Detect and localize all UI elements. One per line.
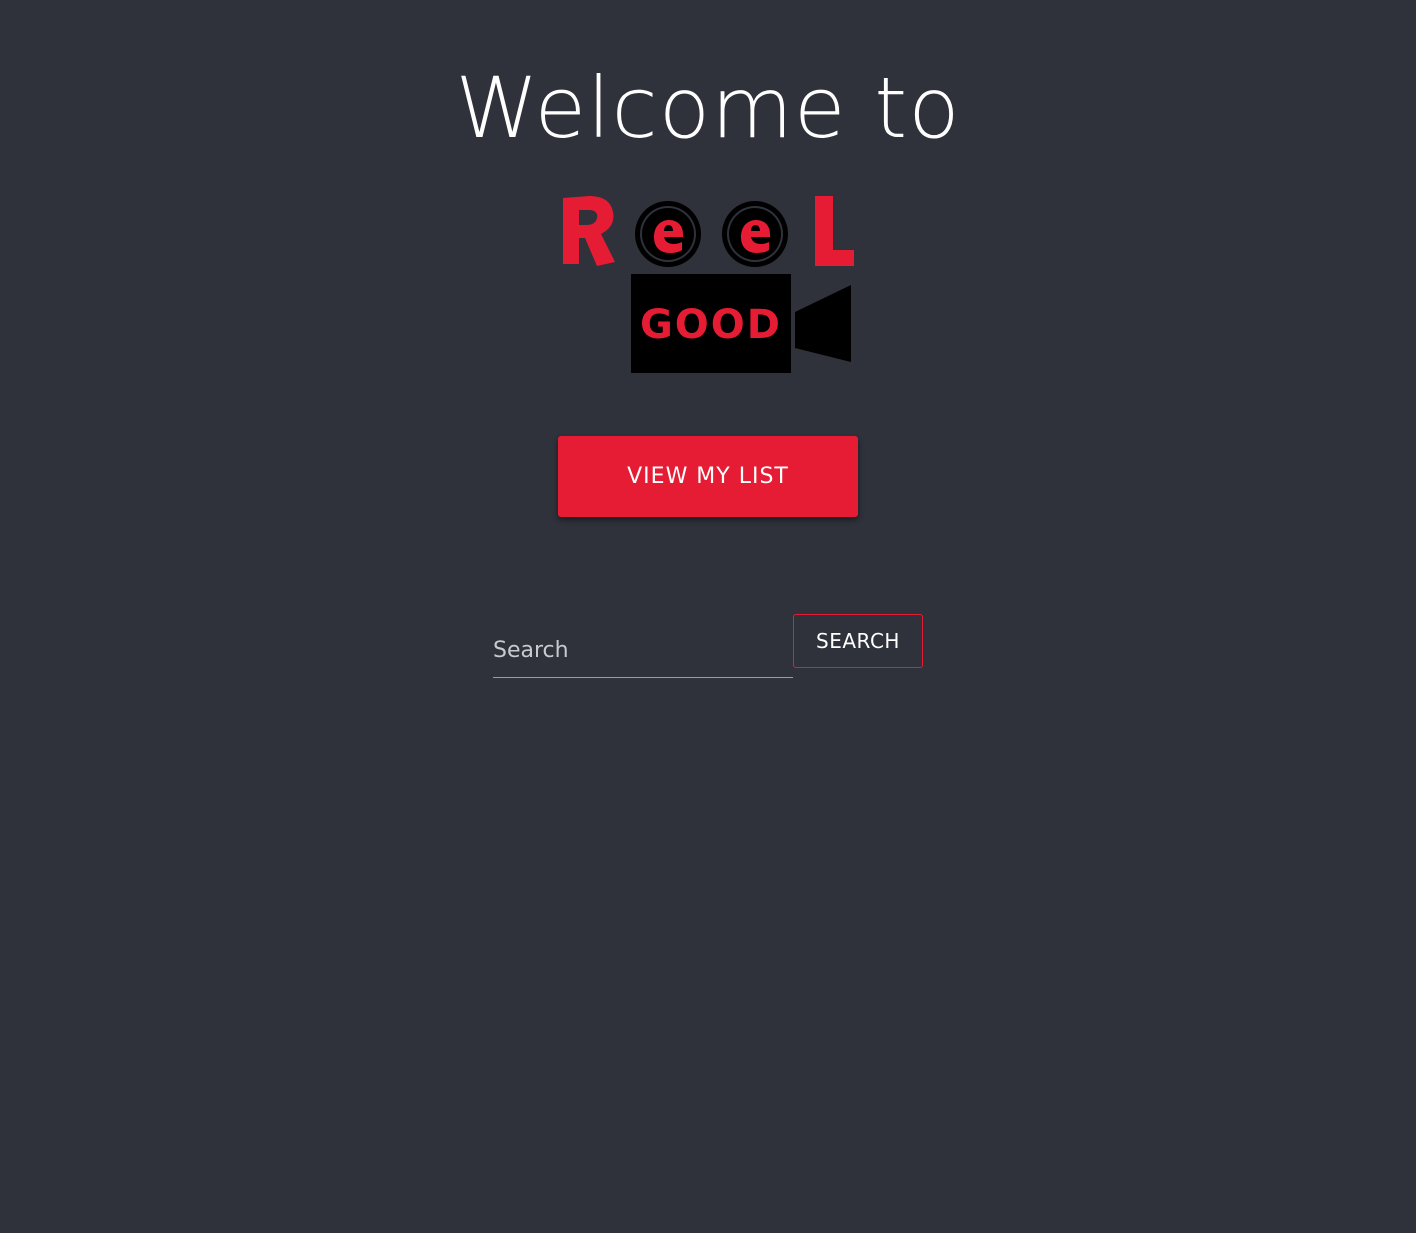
- logo-letter-e-2: [722, 201, 788, 267]
- film-camera-icon: GOOD: [631, 274, 851, 373]
- search-input[interactable]: [493, 630, 788, 670]
- welcome-heading: Welcome to: [455, 59, 961, 157]
- logo-letter-e-1: [635, 201, 701, 267]
- reel-good-logo: GOOD: [563, 196, 854, 373]
- view-my-list-button[interactable]: VIEW MY LIST: [558, 436, 858, 517]
- search-button[interactable]: SEARCH: [793, 614, 923, 668]
- logo-letter-r: [563, 196, 615, 266]
- logo-good-text: GOOD: [640, 302, 782, 348]
- logo-letter-l: [815, 196, 854, 266]
- search-field[interactable]: [493, 622, 793, 678]
